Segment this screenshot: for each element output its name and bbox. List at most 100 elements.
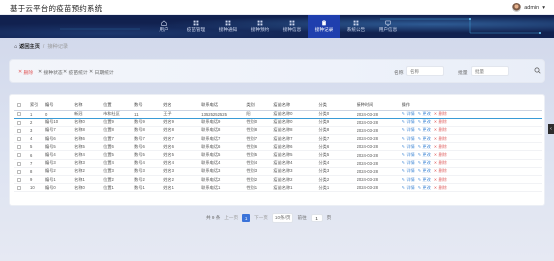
row-checkbox[interactable] [17,161,21,166]
next-page-button[interactable]: 下一页 [254,215,268,221]
row-actions: ✎ 详情 ✎ 更改 ✕ 删除 [401,110,542,119]
edit-button[interactable]: ✎ 更改 [418,160,431,166]
view-button[interactable]: ✎ 详情 [402,119,415,125]
table-cell: 联系电话2 [201,175,247,185]
table-row[interactable]: 8 编号2 名称2 位置3 数号3 姓名3 联系电话3 性别3 疫苗名称3 分类3 2024-03-… [14,167,542,177]
table-cell: 8 [30,167,46,177]
edit-button[interactable]: ✎ 更改 [418,111,431,117]
row-checkbox[interactable] [17,120,21,125]
edit-button[interactable]: ✎ 更改 [418,185,431,191]
delete-row-button[interactable]: ✕ 删除 [434,119,447,125]
delete-row-button[interactable]: ✕ 删除 [434,111,447,117]
row-checkbox[interactable] [17,137,21,142]
view-button[interactable]: ✎ 详情 [402,160,415,166]
row-checkbox[interactable] [17,145,21,150]
delete-row-button[interactable]: ✕ 删除 [434,152,447,158]
name-input[interactable] [406,66,444,76]
chevron-down-icon[interactable]: ▾ [542,5,545,11]
edit-button[interactable]: ✎ 更改 [418,127,431,133]
table-cell: 11 [134,110,164,119]
table-cell: 王子 [163,110,202,119]
table-cell: 联系电话5 [201,150,247,160]
nav-item-3[interactable]: 接种预约 [244,15,276,38]
table-cell: 2024-03-28 [356,126,402,136]
breadcrumb-home[interactable]: ⌂ 返回主页 [14,43,40,51]
table-cell: 名称3 [74,159,104,168]
delete-row-label: 删除 [438,111,447,117]
row-checkbox[interactable] [17,128,21,133]
nav-item-label: 接种信息 [282,27,302,33]
table-cell: 编号3 [45,159,75,168]
table-row[interactable]: 3 编号7 名称8 位置8 数号8 姓名8 联系电话8 性别8 疫苗名称8 分类8 2024-03-… [14,126,542,136]
search-button[interactable] [531,64,543,76]
edit-button[interactable]: ✎ 更改 [418,152,431,158]
table-row[interactable]: 5 编号5 名称5 位置6 数号6 姓名6 联系电话6 性别6 疫苗名称6 分类6 2024-03-… [14,142,542,152]
row-actions: ✎ 详情 ✎ 更改 ✕ 删除 [401,126,542,136]
date-stats-button[interactable]: ✕ 日期统计 [86,68,117,76]
delete-row-button[interactable]: ✕ 删除 [434,127,447,133]
row-actions: ✎ 详情 ✎ 更改 ✕ 删除 [401,150,542,160]
batch-input[interactable] [471,66,509,76]
table-row[interactable]: 4 编号6 名称6 位置7 数号7 姓名7 联系电话7 性别7 疫苗名称7 分类7 2024-03-… [14,134,542,144]
nav-item-6[interactable]: 系统公告 [340,15,372,38]
view-button[interactable]: ✎ 详情 [402,136,415,142]
table-row[interactable]: 7 编号3 名称3 位置4 数号4 姓名4 联系电话4 性别4 疫苗名称4 分类4 2024-03-… [14,159,542,168]
table-cell: 编号10 [45,118,75,127]
table-cell: 联系电话1 [201,183,247,193]
grid-icon [257,20,263,26]
edit-button[interactable]: ✎ 更改 [418,136,431,142]
prev-page-button[interactable]: 上一页 [224,215,238,221]
view-button[interactable]: ✎ 详情 [402,185,415,191]
view-button[interactable]: ✎ 详情 [402,177,415,183]
table-cell: 疫苗名称7 [273,134,319,144]
row-actions: ✎ 详情 ✎ 更改 ✕ 删除 [401,175,542,185]
row-checkbox[interactable] [17,186,21,191]
side-expand-tab[interactable]: ‹ [548,124,554,134]
view-button[interactable]: ✎ 详情 [402,168,415,174]
avatar[interactable] [512,3,522,12]
row-checkbox[interactable] [17,112,21,117]
table-cell: 数号9 [134,118,164,127]
delete-row-button[interactable]: ✕ 删除 [434,168,447,174]
delete-row-button[interactable]: ✕ 删除 [434,160,447,166]
page-number-button[interactable]: 1 [242,214,251,222]
row-checkbox[interactable] [17,177,21,182]
nav-item-1[interactable]: 疫苗管理 [180,15,212,38]
delete-row-button[interactable]: ✕ 删除 [434,144,447,150]
row-select-cell [14,183,31,193]
edit-button[interactable]: ✎ 更改 [418,144,431,150]
breadcrumb-home-label[interactable]: 返回主页 [19,43,40,50]
table-row[interactable]: 6 编号4 名称4 位置5 数号5 姓名5 联系电话5 性别5 疫苗名称5 分类5 2024-03-… [14,150,542,160]
view-button[interactable]: ✎ 详情 [402,111,415,117]
nav-item-4[interactable]: 接种信息 [276,15,308,38]
nav-item-0[interactable]: 用户 [148,15,180,38]
row-checkbox[interactable] [17,153,21,158]
username[interactable]: admin [524,5,539,11]
select-all-checkbox[interactable] [17,103,21,108]
view-button[interactable]: ✎ 详情 [402,127,415,133]
edit-button[interactable]: ✎ 更改 [418,119,431,125]
table-cell: 10 [30,183,46,193]
delete-row-button[interactable]: ✕ 删除 [434,177,447,183]
nav-item-5[interactable]: 接种记录 [308,15,340,38]
delete-row-button[interactable]: ✕ 删除 [434,136,447,142]
breadcrumb: ⌂ 返回主页 / 接种记录 [14,43,68,51]
nav-item-2[interactable]: 接种通知 [212,15,244,38]
goto-page-input[interactable] [310,214,323,222]
table-row[interactable]: 9 编号1 名称1 位置2 数号2 姓名2 联系电话2 性别2 疫苗名称2 分类2 2024-03-… [14,175,542,185]
page-size-select[interactable]: 10条/页 [271,213,294,223]
row-checkbox[interactable] [17,169,21,174]
date-stats-label: 日期统计 [94,70,114,76]
nav-item-7[interactable]: 用户信息 [372,15,404,38]
view-button[interactable]: ✎ 详情 [402,144,415,150]
delete-row-button[interactable]: ✕ 删除 [434,185,447,191]
user-menu[interactable]: admin ▾ [512,3,545,12]
edit-button[interactable]: ✎ 更改 [418,177,431,183]
table-row[interactable]: 2 编号10 名称0 位置9 数号9 姓名9 联系电话9 性别0 疫苗名称0 分类9 2024-03… [14,118,542,127]
table-cell: 2024-03-28 [356,183,402,193]
table-row[interactable]: 1 0 新冠 市和社区 11 王子 13525252525 阳疫苗名称0 分类0 2024-03-… [14,110,542,119]
view-button[interactable]: ✎ 详情 [402,152,415,158]
delete-button[interactable]: ✕ 删除 [15,68,36,76]
edit-button[interactable]: ✎ 更改 [418,168,431,174]
table-row[interactable]: 10 编号0 名称0 位置1 数号1 姓名1 联系电话1 性别1 疫苗名称1 分类1 2024-03… [14,183,542,193]
